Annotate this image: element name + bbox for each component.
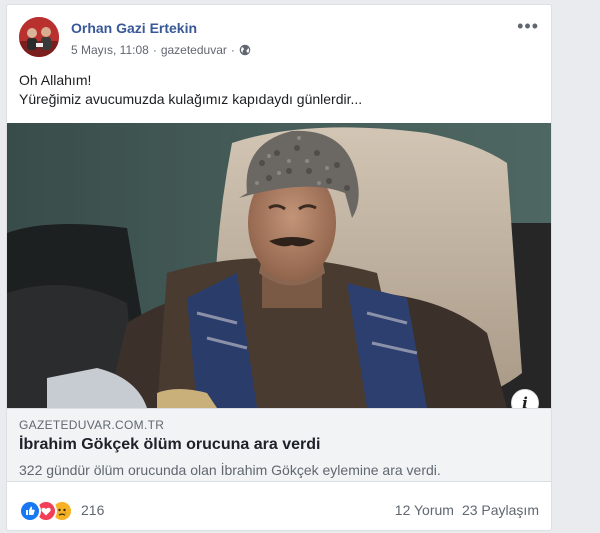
post-source[interactable]: gazeteduvar [161, 43, 227, 57]
post-text-line: Yüreğimiz avucumuzda kulağımız kapıdaydı… [19, 91, 363, 107]
post-text-line: Oh Allahım! [19, 72, 92, 88]
post-footer: 216 12 Yorum 23 Paylaşım [19, 499, 539, 523]
more-options-icon[interactable]: ••• [517, 17, 539, 35]
author-avatar[interactable] [19, 17, 59, 57]
post-date[interactable]: 5 Mayıs, 11:08 [71, 43, 149, 57]
link-preview-image[interactable]: i [7, 123, 551, 408]
post-card: Orhan Gazi Ertekin 5 Mayıs, 11:08 · gaze… [6, 4, 552, 531]
link-preview[interactable]: GAZETEDUVAR.COM.TR İbrahim Gökçek ölüm o… [7, 408, 551, 482]
engagement-stats: 12 Yorum 23 Paylaşım [395, 502, 539, 518]
like-icon [19, 500, 41, 522]
shares-count-link[interactable]: 23 Paylaşım [462, 502, 539, 518]
link-description: 322 gündür ölüm orucunda olan İbrahim Gö… [19, 462, 441, 478]
meta-separator: · [152, 43, 157, 57]
author-name-link[interactable]: Orhan Gazi Ertekin [71, 20, 197, 36]
post-header: Orhan Gazi Ertekin 5 Mayıs, 11:08 · gaze… [19, 17, 539, 61]
meta-separator: · [230, 43, 235, 57]
comments-count-link[interactable]: 12 Yorum [395, 502, 454, 518]
post-meta: 5 Mayıs, 11:08 · gazeteduvar · [71, 43, 251, 57]
link-domain: GAZETEDUVAR.COM.TR [19, 418, 165, 432]
reaction-count[interactable]: 216 [81, 502, 104, 518]
globe-icon[interactable] [239, 44, 251, 56]
reactions-summary[interactable] [19, 500, 73, 522]
avatar-image [19, 17, 59, 57]
link-title[interactable]: İbrahim Gökçek ölüm orucuna ara verdi [19, 436, 320, 454]
post-text: Oh Allahım! Yüreğimiz avucumuzda kulağım… [19, 71, 539, 109]
article-photo [7, 123, 551, 408]
